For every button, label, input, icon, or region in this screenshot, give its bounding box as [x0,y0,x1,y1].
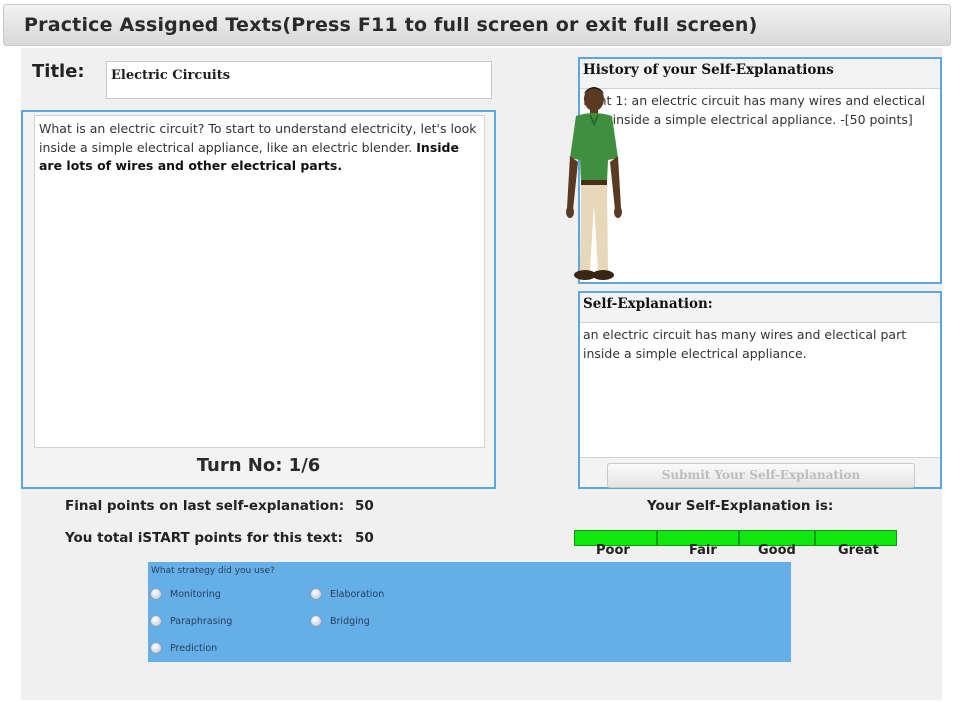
final-points-row: Final points on last self-explanation: 5… [65,498,395,514]
strategy-question: What strategy did you use? [151,566,275,576]
rating-label: Your Self-Explanation is: [647,498,834,514]
history-panel: History of your Self-Explanations Sent 1… [578,57,942,284]
reading-panel: What is an electric circuit? To start to… [21,110,496,489]
pedagogical-agent-character [566,87,622,280]
radio-icon[interactable] [150,588,162,600]
strategy-option-monitoring[interactable]: Monitoring [150,588,221,600]
strategy-option-label: Prediction [170,642,218,654]
total-points-value: 50 [355,530,374,546]
radio-icon[interactable] [310,588,322,600]
app-header: Practice Assigned Texts(Press F11 to ful… [3,4,951,46]
strategy-option-label: Paraphrasing [170,615,233,627]
history-heading: History of your Self-Explanations [583,62,834,78]
self-explanation-heading: Self-Explanation: [583,296,713,312]
radio-icon[interactable] [310,615,322,627]
final-points-label: Final points on last self-explanation: [65,498,345,514]
total-points-row: You total iSTART points for this text: 5… [65,530,395,546]
strategy-panel: What strategy did you use? Monitoring El… [148,562,791,662]
radio-icon[interactable] [150,642,162,654]
strategy-option-paraphrasing[interactable]: Paraphrasing [150,615,232,627]
rating-level-fair: Fair [689,543,717,558]
total-points-label: You total iSTART points for this text: [65,530,343,546]
history-list[interactable]: Sent 1: an electric circuit has many wir… [580,88,940,282]
rating-level-poor: Poor [596,543,630,558]
rating-scale-labels: Poor Fair Good Great [574,543,897,559]
turn-counter: Turn No: 1/6 [196,455,321,476]
title-label: Title: [32,61,85,82]
self-explanation-panel: Self-Explanation: an electric circuit ha… [578,291,942,489]
reading-text-normal: What is an electric circuit? To start to… [39,121,477,155]
strategy-option-elaboration[interactable]: Elaboration [310,588,384,600]
self-explanation-input[interactable]: an electric circuit has many wires and e… [580,322,940,458]
strategy-option-label: Elaboration [330,588,385,600]
history-entry: Sent 1: an electric circuit has many wir… [583,93,926,127]
rating-level-great: Great [838,543,879,558]
strategy-option-label: Bridging [330,615,370,627]
rating-level-good: Good [758,543,796,558]
reading-text: What is an electric circuit? To start to… [34,115,485,448]
page-title: Practice Assigned Texts(Press F11 to ful… [24,14,758,36]
title-field: Electric Circuits [106,61,492,99]
strategy-option-label: Monitoring [170,588,221,600]
radio-icon[interactable] [150,615,162,627]
strategy-option-bridging[interactable]: Bridging [310,615,370,627]
final-points-value: 50 [355,498,374,514]
submit-button[interactable]: Submit Your Self-Explanation [607,463,915,488]
strategy-option-prediction[interactable]: Prediction [150,642,217,654]
